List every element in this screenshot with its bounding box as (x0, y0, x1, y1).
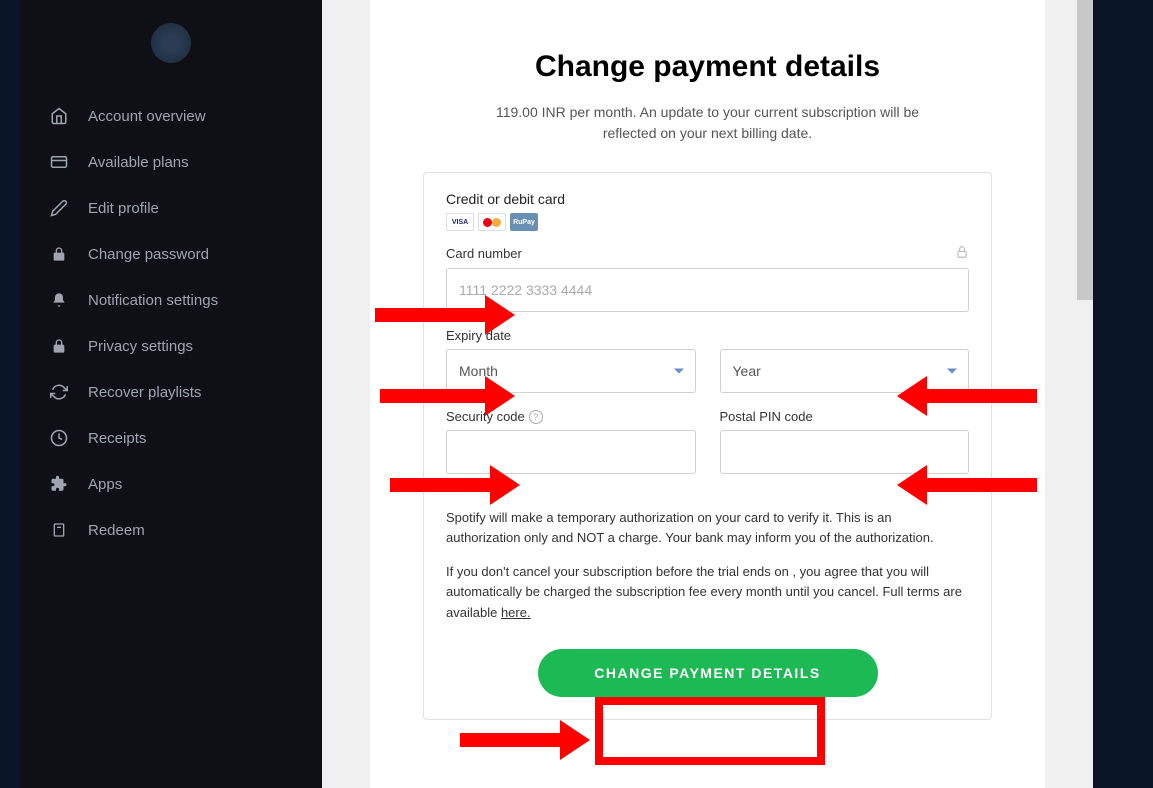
page-subtitle: 119.00 INR per month. An update to your … (415, 102, 1000, 144)
card-logos: VISA RuPay (446, 213, 969, 231)
sidebar-item-label: Change password (88, 246, 209, 263)
left-margin (0, 0, 20, 788)
bell-icon (50, 291, 68, 309)
card-number-label: Card number (446, 246, 522, 261)
postal-code-label: Postal PIN code (720, 409, 813, 424)
sidebar-item-label: Account overview (88, 108, 206, 125)
sidebar-item-redeem[interactable]: Redeem (20, 507, 322, 553)
main-area: Change payment details 119.00 INR per mo… (322, 0, 1093, 788)
puzzle-icon (50, 475, 68, 493)
sidebar-item-recover-playlists[interactable]: Recover playlists (20, 369, 322, 415)
sidebar-item-label: Recover playlists (88, 384, 201, 401)
page-title: Change payment details (415, 50, 1000, 84)
payment-form: Credit or debit card VISA RuPay Card num… (423, 172, 992, 720)
postal-code-input[interactable] (720, 430, 970, 474)
expiry-year-select[interactable]: Year (720, 349, 970, 393)
expiry-label: Expiry date (446, 328, 511, 343)
lock-icon (50, 337, 68, 355)
security-code-label: Security code (446, 409, 525, 424)
home-icon (50, 107, 68, 125)
sidebar-item-label: Apps (88, 476, 122, 493)
sidebar-item-apps[interactable]: Apps (20, 461, 322, 507)
terms-link[interactable]: here. (501, 605, 531, 620)
sidebar-item-notification-settings[interactable]: Notification settings (20, 277, 322, 323)
card-icon (50, 153, 68, 171)
clock-icon (50, 429, 68, 447)
sidebar-item-label: Privacy settings (88, 338, 193, 355)
scrollbar-thumb[interactable] (1077, 0, 1093, 300)
sidebar-item-label: Receipts (88, 430, 146, 447)
security-code-input[interactable] (446, 430, 696, 474)
help-icon[interactable]: ? (529, 410, 543, 424)
mastercard-icon (478, 213, 506, 231)
subscription-terms-info: If you don't cancel your subscription be… (446, 562, 969, 622)
sidebar-menu: Account overview Available plans Edit pr… (20, 93, 322, 553)
visa-icon: VISA (446, 213, 474, 231)
change-payment-button[interactable]: CHANGE PAYMENT DETAILS (538, 649, 878, 697)
sidebar: Account overview Available plans Edit pr… (20, 0, 322, 788)
avatar[interactable] (151, 23, 191, 63)
sidebar-item-label: Notification settings (88, 292, 218, 309)
lock-icon (50, 245, 68, 263)
sidebar-item-label: Redeem (88, 522, 145, 539)
pencil-icon (50, 199, 68, 217)
sidebar-item-receipts[interactable]: Receipts (20, 415, 322, 461)
card-type-label: Credit or debit card (446, 191, 969, 207)
card-number-group: Card number (446, 245, 969, 312)
refresh-icon (50, 383, 68, 401)
rupay-icon: RuPay (510, 213, 538, 231)
authorization-info: Spotify will make a temporary authorizat… (446, 508, 969, 548)
right-margin (1093, 0, 1153, 788)
sidebar-item-privacy-settings[interactable]: Privacy settings (20, 323, 322, 369)
card-number-input[interactable] (446, 268, 969, 312)
redeem-icon (50, 521, 68, 539)
security-code-group: Security code ? (446, 409, 696, 474)
content-card: Change payment details 119.00 INR per mo… (370, 0, 1045, 788)
sidebar-item-label: Available plans (88, 154, 189, 171)
sidebar-item-change-password[interactable]: Change password (20, 231, 322, 277)
sidebar-item-label: Edit profile (88, 200, 159, 217)
sidebar-item-available-plans[interactable]: Available plans (20, 139, 322, 185)
expiry-month-select[interactable]: Month (446, 349, 696, 393)
sidebar-item-edit-profile[interactable]: Edit profile (20, 185, 322, 231)
postal-code-group: Postal PIN code (720, 409, 970, 474)
lock-icon (955, 245, 969, 262)
expiry-group: Expiry date Month Year (446, 328, 969, 393)
scrollbar[interactable] (1077, 0, 1093, 788)
sidebar-item-account-overview[interactable]: Account overview (20, 93, 322, 139)
